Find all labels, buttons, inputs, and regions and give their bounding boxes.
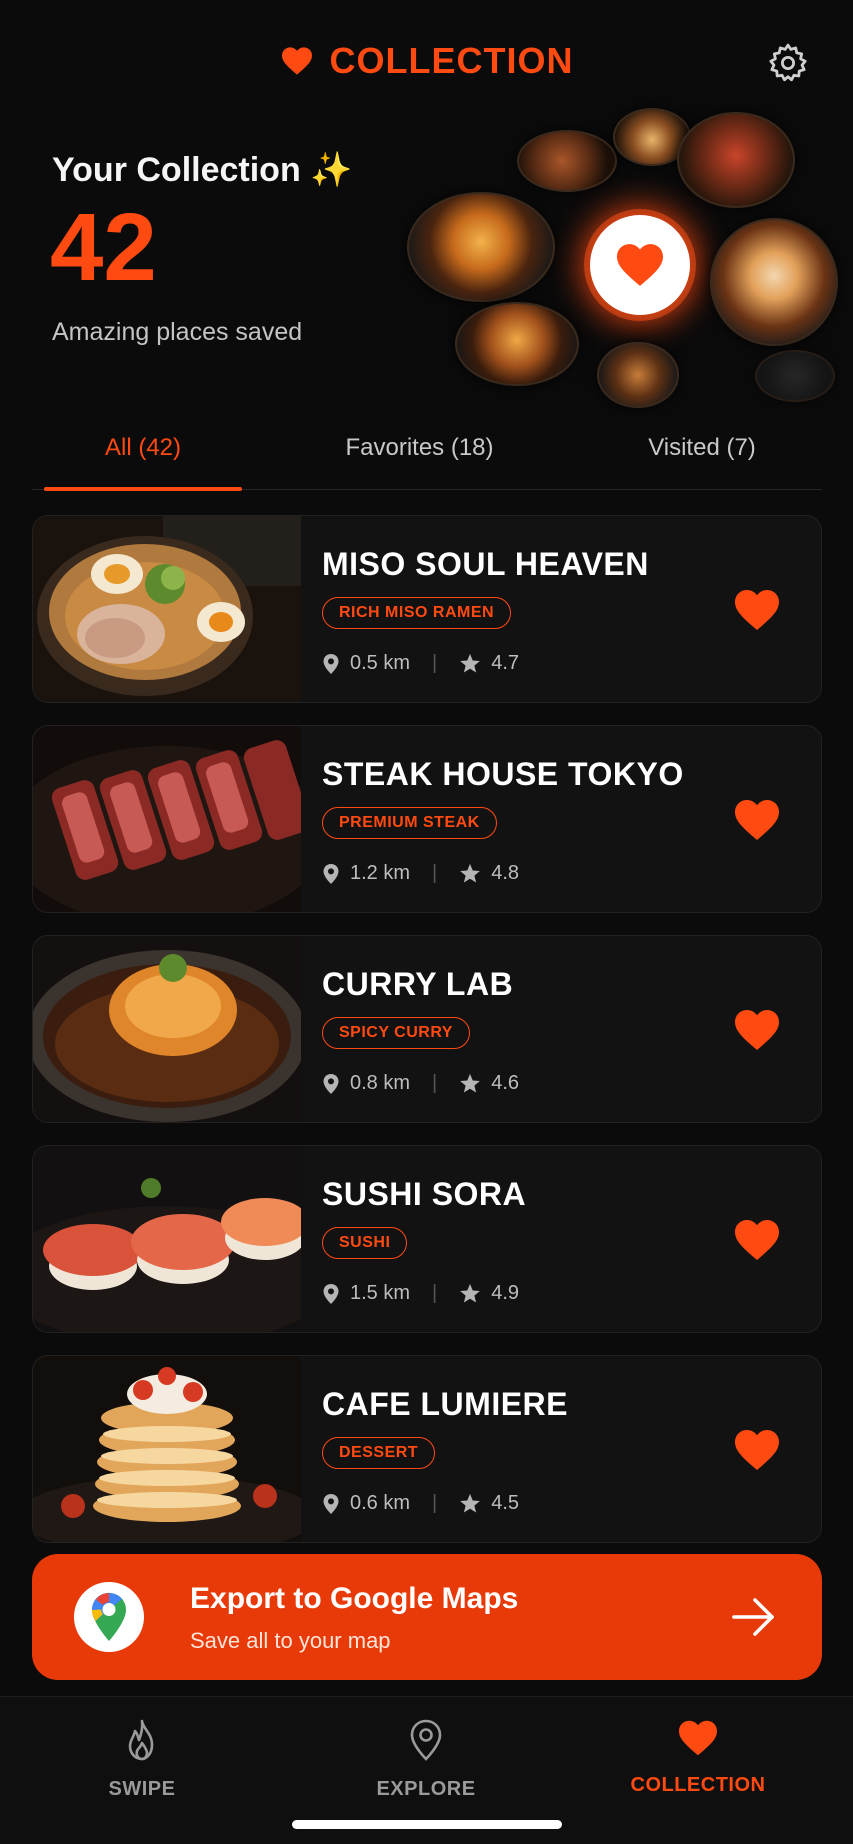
nav-label: COLLECTION	[630, 1774, 766, 1796]
header-title-group: COLLECTION	[0, 40, 853, 82]
distance: 1.2 km	[350, 862, 411, 884]
place-meta: 0.6 km | 4.5	[322, 1492, 519, 1515]
map-pin-icon	[410, 1719, 442, 1761]
meta-divider: |	[432, 1072, 438, 1094]
rating: 4.8	[491, 862, 520, 884]
favorite-heart-icon[interactable]	[733, 1008, 781, 1052]
food-collage	[405, 108, 853, 420]
location-pin-icon	[323, 653, 339, 674]
food-plate-image	[755, 350, 835, 402]
flame-icon	[128, 1719, 154, 1761]
meta-divider: |	[432, 1282, 438, 1304]
star-icon	[460, 1283, 481, 1303]
ramen-image	[33, 516, 301, 702]
food-plate-image	[710, 218, 838, 346]
export-subtitle: Save all to your map	[190, 1628, 391, 1653]
heart-icon	[679, 1720, 717, 1756]
pancakes-image	[33, 1356, 301, 1542]
summary-subtitle: Amazing places saved	[52, 318, 303, 346]
rating: 4.9	[491, 1282, 520, 1304]
export-title: Export to Google Maps	[190, 1582, 519, 1615]
nav-swipe[interactable]: SWIPE	[42, 1719, 242, 1801]
rating: 4.7	[491, 652, 520, 674]
distance: 1.5 km	[350, 1282, 411, 1304]
nav-collection[interactable]: COLLECTION	[598, 1719, 798, 1797]
nav-label: SWIPE	[108, 1778, 176, 1800]
location-pin-icon	[323, 863, 339, 884]
location-pin-icon	[323, 1493, 339, 1514]
meta-divider: |	[432, 1492, 438, 1514]
cuisine-tag: SUSHI	[322, 1227, 408, 1259]
steak-image	[33, 726, 301, 912]
filter-tabs: All (42) Favorites (18) Visited (7)	[32, 420, 822, 491]
page-title: COLLECTION	[329, 40, 574, 81]
place-name: CURRY LAB	[322, 966, 514, 1002]
meta-divider: |	[432, 652, 438, 674]
arrow-right-icon	[732, 1598, 774, 1636]
food-plate-image	[407, 192, 555, 302]
heart-icon	[281, 47, 312, 75]
active-tab-indicator	[44, 487, 242, 491]
place-name: CAFE LUMIERE	[322, 1386, 568, 1422]
distance: 0.5 km	[350, 652, 411, 674]
google-maps-pin-icon	[92, 1593, 126, 1641]
place-name: STEAK HOUSE TOKYO	[322, 756, 684, 792]
place-card[interactable]: SUSHI SORA SUSHI 1.5 km | 4.9	[32, 1145, 822, 1333]
collection-heart-badge	[590, 215, 690, 315]
distance: 0.6 km	[350, 1492, 411, 1514]
gear-icon[interactable]	[767, 42, 809, 84]
place-meta: 0.5 km | 4.7	[322, 652, 519, 675]
saved-count: 42	[50, 194, 157, 301]
place-card[interactable]: CAFE LUMIERE DESSERT 0.6 km | 4.5	[32, 1355, 822, 1543]
nav-explore[interactable]: EXPLORE	[326, 1719, 526, 1801]
curry-image	[33, 936, 301, 1122]
rating: 4.5	[491, 1492, 520, 1514]
favorite-heart-icon[interactable]	[733, 798, 781, 842]
summary-heading: Your Collection ✨	[52, 151, 353, 189]
top-header: COLLECTION	[0, 0, 853, 120]
cuisine-tag: RICH MISO RAMEN	[322, 597, 512, 629]
food-plate-image	[677, 112, 795, 208]
location-pin-icon	[323, 1073, 339, 1094]
place-card[interactable]: MISO SOUL HEAVEN RICH MISO RAMEN 0.5 km …	[32, 515, 822, 703]
star-icon	[460, 1073, 481, 1093]
tab-visited[interactable]: Visited (7)	[602, 434, 802, 462]
cuisine-tag: PREMIUM STEAK	[322, 807, 497, 839]
nav-label: EXPLORE	[376, 1778, 476, 1800]
meta-divider: |	[432, 862, 438, 884]
food-plate-image	[597, 342, 679, 408]
rating: 4.6	[491, 1072, 520, 1094]
google-maps-logo	[74, 1582, 144, 1652]
favorite-heart-icon[interactable]	[733, 1428, 781, 1472]
heart-icon	[617, 244, 663, 286]
star-icon	[460, 653, 481, 673]
place-meta: 1.2 km | 4.8	[322, 862, 519, 885]
star-icon	[460, 1493, 481, 1513]
place-card[interactable]: STEAK HOUSE TOKYO PREMIUM STEAK 1.2 km |…	[32, 725, 822, 913]
distance: 0.8 km	[350, 1072, 411, 1094]
star-icon	[460, 863, 481, 883]
collection-summary: Your Collection ✨ 42 Amazing places save…	[0, 108, 853, 420]
food-plate-image	[455, 302, 579, 386]
place-name: SUSHI SORA	[322, 1176, 527, 1212]
cuisine-tag: SPICY CURRY	[322, 1017, 470, 1049]
tab-all[interactable]: All (42)	[44, 434, 242, 462]
food-plate-image	[517, 130, 617, 192]
cuisine-tag: DESSERT	[322, 1437, 436, 1469]
home-indicator	[292, 1820, 562, 1829]
place-card[interactable]: CURRY LAB SPICY CURRY 0.8 km | 4.6	[32, 935, 822, 1123]
place-list: MISO SOUL HEAVEN RICH MISO RAMEN 0.5 km …	[32, 515, 822, 1565]
favorite-heart-icon[interactable]	[733, 588, 781, 632]
favorite-heart-icon[interactable]	[733, 1218, 781, 1262]
place-meta: 1.5 km | 4.9	[322, 1282, 519, 1305]
location-pin-icon	[323, 1283, 339, 1304]
place-name: MISO SOUL HEAVEN	[322, 546, 649, 582]
place-meta: 0.8 km | 4.6	[322, 1072, 519, 1095]
sushi-image	[33, 1146, 301, 1332]
tab-favorites[interactable]: Favorites (18)	[312, 434, 527, 462]
export-google-maps-button[interactable]: Export to Google Maps Save all to your m…	[32, 1554, 822, 1680]
